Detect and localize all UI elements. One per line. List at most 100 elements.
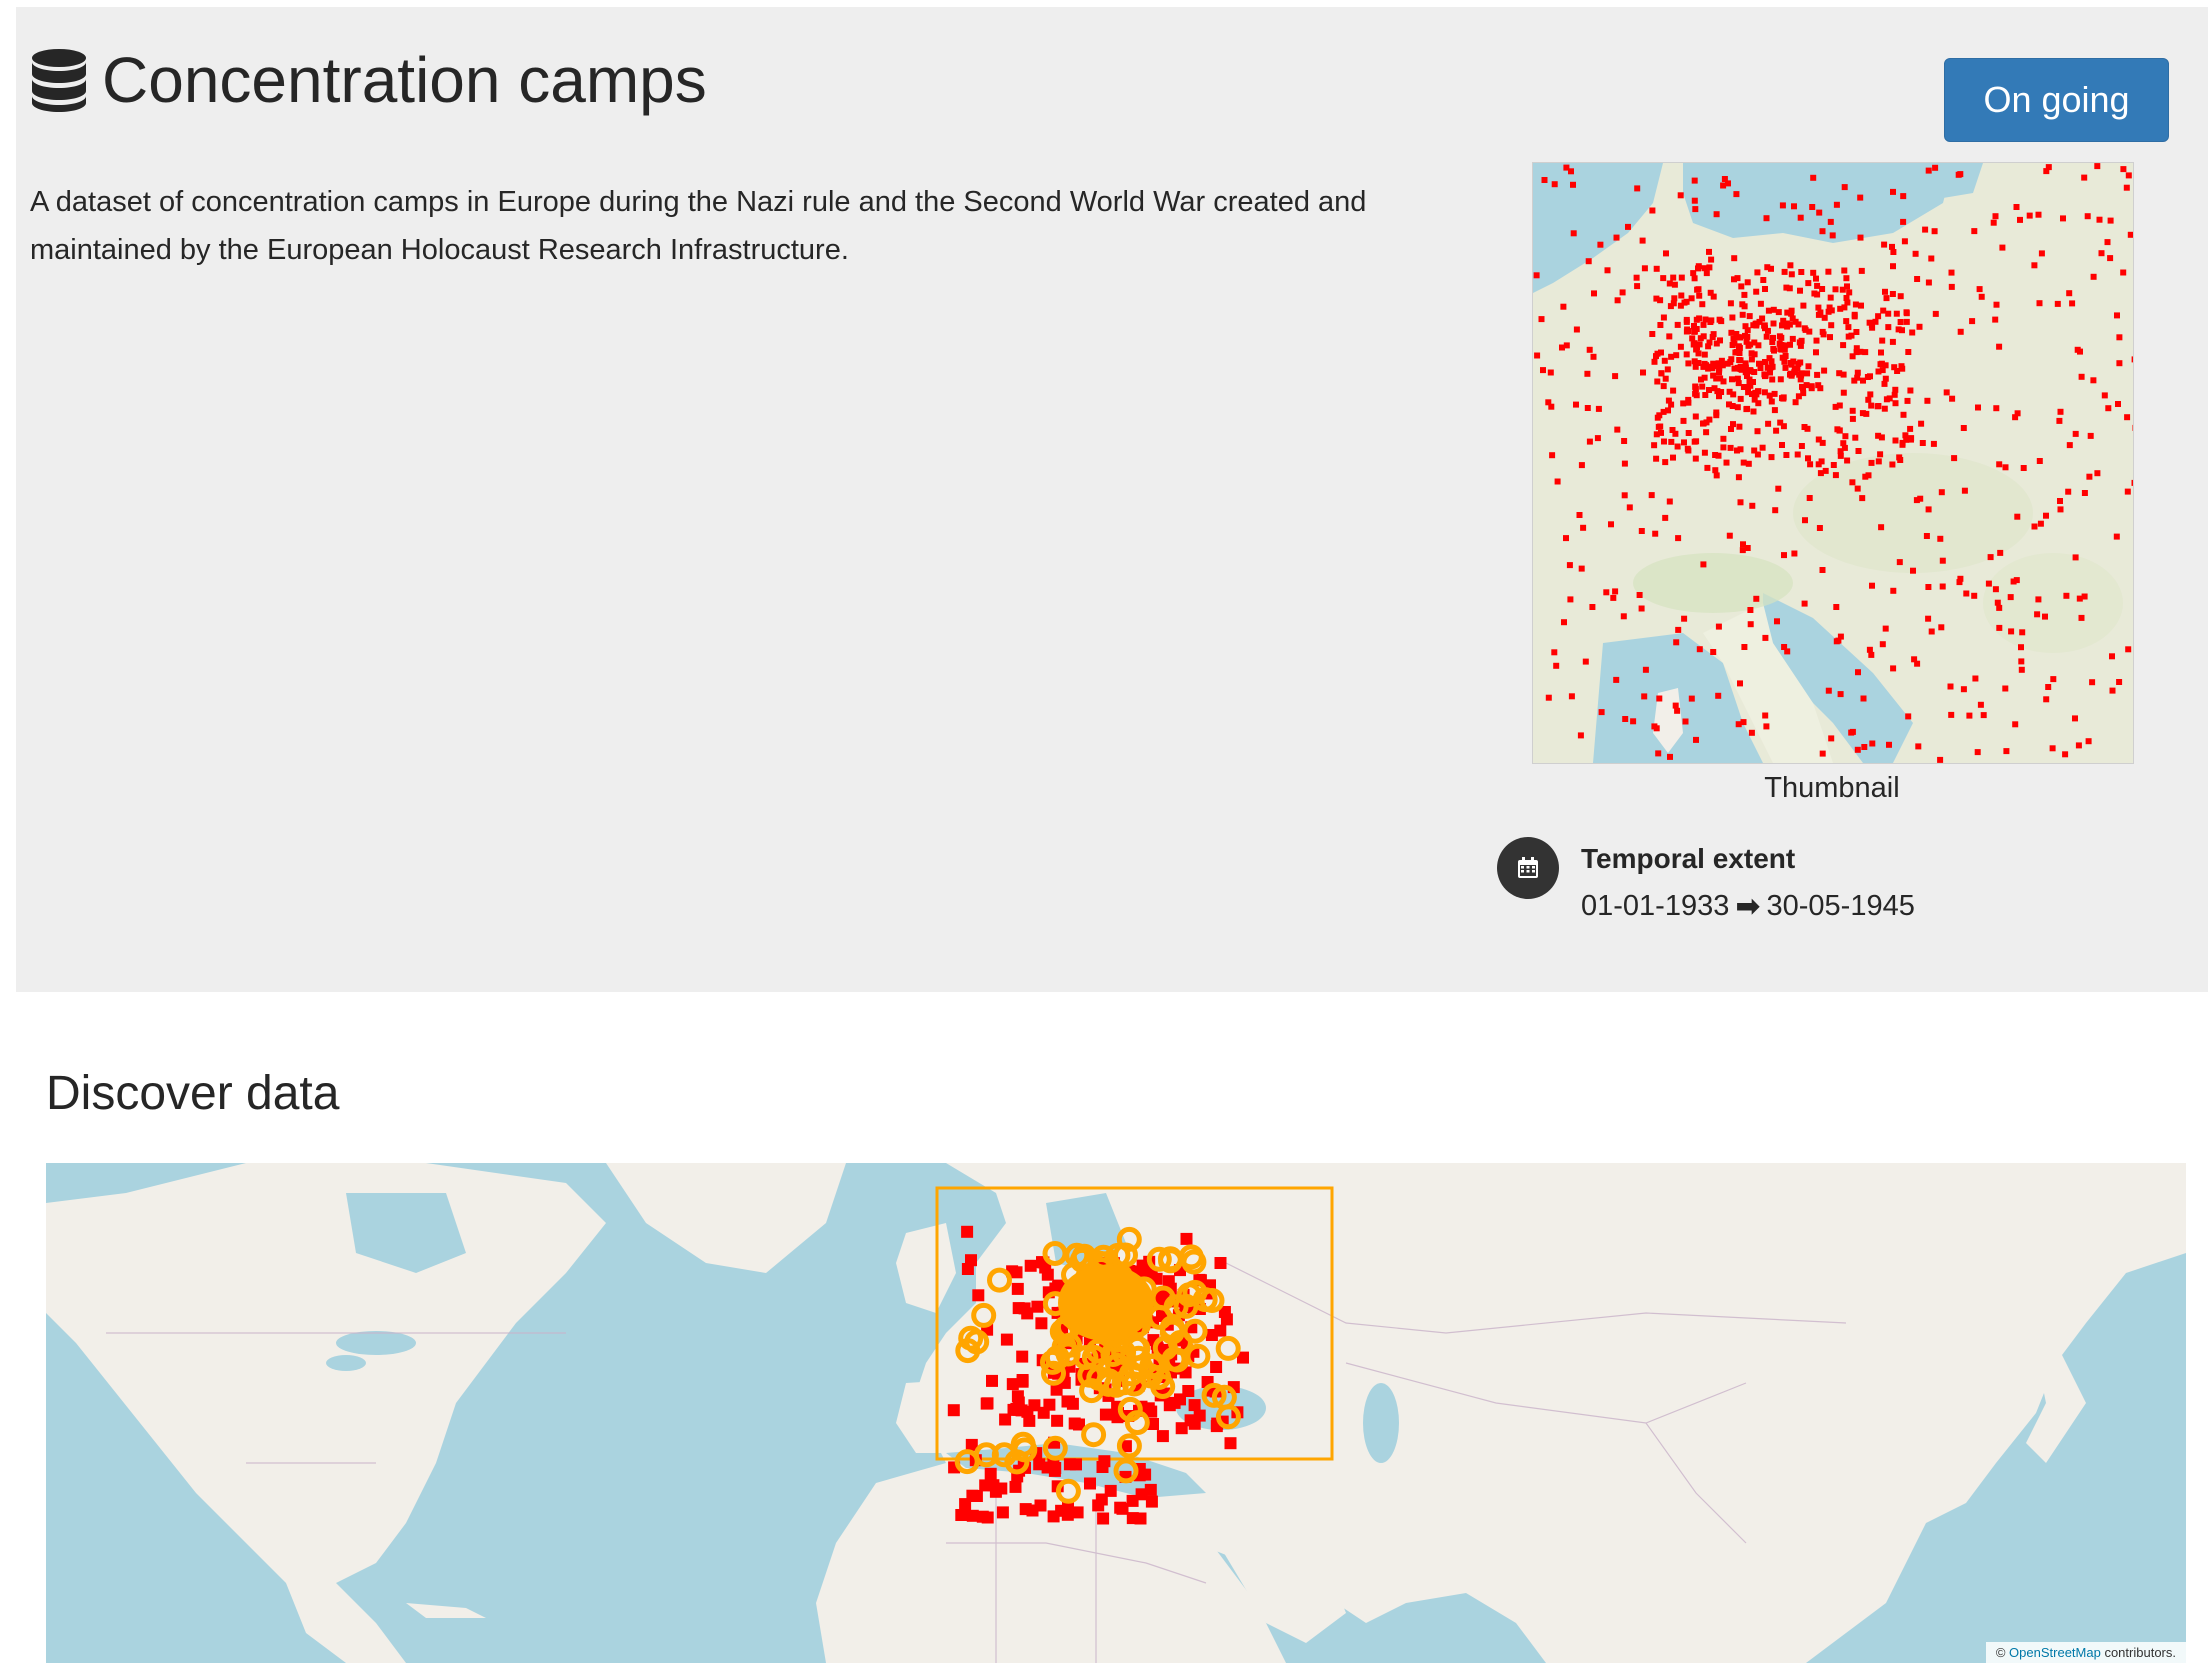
openstreetmap-link[interactable]: OpenStreetMap [2009,1645,2101,1660]
camp-marker[interactable] [1000,1333,1013,1346]
camp-marker[interactable] [1024,1259,1037,1272]
thumbnail-image[interactable] [1532,162,2134,764]
camp-marker[interactable] [959,1498,972,1511]
camp-marker[interactable] [1220,1313,1233,1326]
camp-marker [1990,219,1997,226]
camp-marker[interactable] [1214,1324,1227,1337]
camp-marker[interactable] [1006,1378,1019,1391]
camp-marker[interactable] [1168,1396,1181,1409]
camp-marker [1563,535,1569,542]
camp-marker [1708,256,1715,263]
camp-marker[interactable] [1051,1414,1064,1427]
camp-marker [1654,378,1661,385]
camp-marker [1662,514,1669,521]
camp-marker[interactable] [1193,1409,1206,1422]
camp-marker[interactable] [999,1413,1012,1426]
camp-marker [1779,202,1786,209]
camp-marker[interactable] [947,1404,960,1417]
camp-marker[interactable] [1016,1350,1029,1363]
camp-marker [1776,340,1783,347]
discover-map[interactable]: © OpenStreetMap contributors. [46,1163,2186,1663]
camp-marker [1653,455,1660,462]
camp-marker[interactable] [1068,1417,1081,1430]
camp-marker [1763,215,1770,222]
camp-marker[interactable] [1033,1458,1046,1471]
camp-marker [2084,213,2091,220]
camp-marker[interactable] [1092,1499,1105,1512]
camp-marker[interactable] [1031,1300,1044,1313]
camp-marker[interactable] [1063,1395,1075,1408]
dense-cluster[interactable] [1058,1265,1154,1341]
camp-marker[interactable] [1098,1455,1111,1468]
camp-marker[interactable] [1156,1430,1169,1443]
camp-marker [2066,442,2073,449]
camp-marker[interactable] [1011,1282,1024,1295]
camp-marker[interactable] [1175,1422,1188,1435]
camp-marker[interactable] [1097,1512,1110,1525]
camp-marker[interactable] [1139,1468,1152,1481]
camp-marker[interactable] [1139,1265,1152,1278]
camp-marker[interactable] [976,1510,989,1523]
camp-marker [1948,269,1955,276]
camp-marker [2131,356,2133,363]
camp-marker [2042,613,2048,620]
camp-marker[interactable] [1028,1399,1041,1412]
camp-marker [1842,433,1849,440]
camp-marker [1773,427,1780,434]
camp-marker[interactable] [1070,1458,1082,1471]
camp-marker [1869,582,1875,589]
camp-marker[interactable] [1019,1503,1032,1516]
camp-marker[interactable] [1061,1508,1074,1521]
camp-marker [1729,342,1736,348]
camp-marker [1774,618,1780,625]
title-row: Concentration camps [30,48,707,112]
camp-marker[interactable] [1041,1268,1054,1281]
camp-marker[interactable] [996,1506,1009,1519]
camp-marker[interactable] [1188,1399,1201,1412]
camp-marker[interactable] [1010,1402,1023,1415]
camp-marker [2013,577,2020,584]
camp-marker [1727,300,1734,307]
camp-marker[interactable] [979,1479,992,1492]
camp-marker[interactable] [1009,1480,1022,1493]
camp-marker [1931,228,1938,235]
camp-marker[interactable] [970,1490,983,1502]
camp-marker [1691,358,1698,365]
camp-marker[interactable] [955,1509,968,1521]
camp-marker[interactable] [1084,1477,1096,1490]
camp-marker [1702,392,1709,398]
camp-marker [1586,438,1593,445]
camp-marker [1813,349,1819,356]
camp-marker[interactable] [1011,1390,1024,1403]
camp-marker[interactable] [1104,1484,1117,1497]
camp-marker [1638,528,1645,534]
camp-marker [1978,293,1985,300]
camp-marker[interactable] [1126,1512,1139,1525]
camp-marker[interactable] [1114,1501,1127,1514]
camp-marker[interactable] [1210,1361,1223,1373]
camp-marker[interactable] [1135,1488,1148,1501]
camp-marker[interactable] [961,1263,974,1275]
camp-marker[interactable] [1180,1232,1193,1245]
camp-marker[interactable] [1018,1302,1031,1315]
camp-marker[interactable] [986,1374,998,1387]
camp-marker [1805,455,1811,462]
camp-marker [1794,451,1801,458]
status-button[interactable]: On going [1944,58,2169,142]
camp-marker [1663,250,1669,257]
camp-marker[interactable] [1034,1499,1047,1512]
camp-marker [1896,559,1903,566]
camp-marker[interactable] [1214,1257,1227,1269]
camp-marker[interactable] [1023,1414,1036,1427]
camp-marker [1865,396,1872,403]
camp-marker[interactable] [984,1467,997,1480]
camp-marker[interactable] [1224,1437,1237,1450]
camp-marker[interactable] [972,1289,985,1302]
camp-marker[interactable] [1145,1495,1158,1508]
camp-marker[interactable] [980,1397,993,1410]
camp-marker[interactable] [1035,1317,1048,1330]
camp-marker [1634,283,1641,290]
camp-marker[interactable] [961,1225,974,1238]
camp-marker[interactable] [1099,1408,1112,1421]
camp-marker [1626,504,1633,511]
